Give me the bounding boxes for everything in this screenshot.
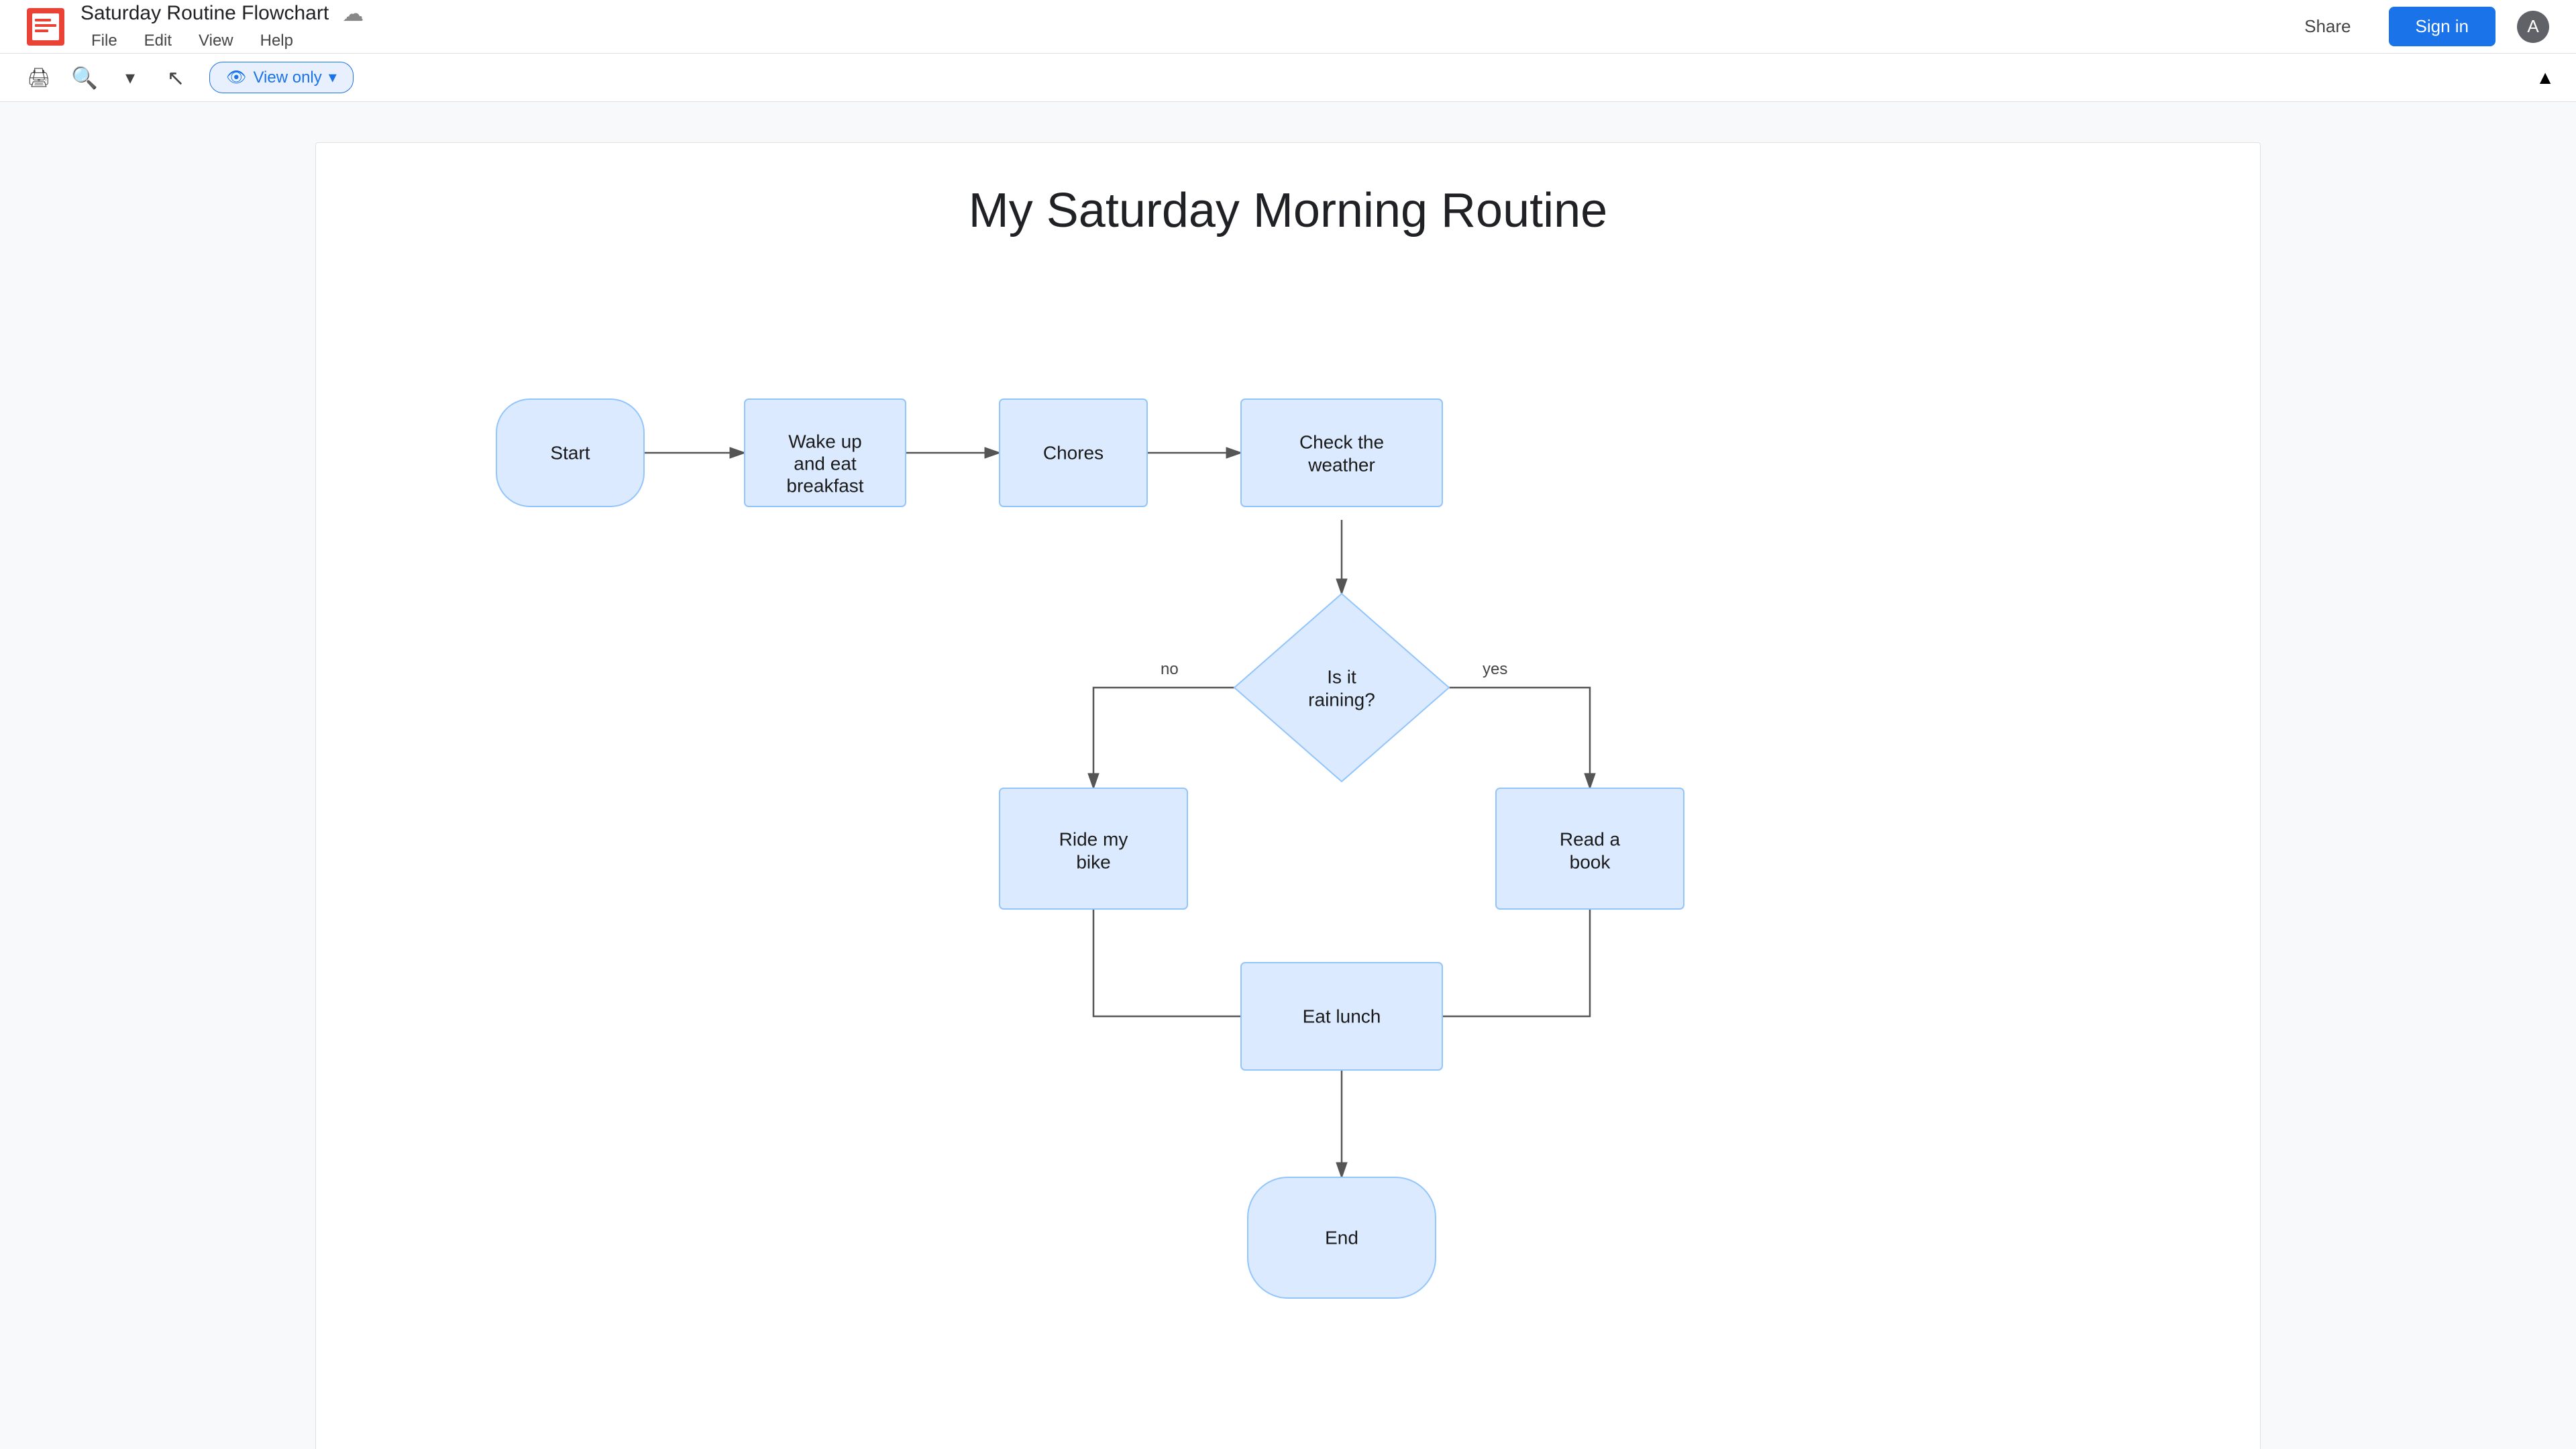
cursor-tool[interactable]: ↖: [158, 60, 193, 95]
book-label-line2: book: [1570, 851, 1611, 872]
weather-node: [1241, 399, 1442, 506]
raining-label-line1: Is it: [1327, 666, 1356, 687]
collapse-icon: ▲: [2536, 67, 2555, 88]
bike-label-line2: bike: [1076, 851, 1110, 872]
yes-label: yes: [1483, 660, 1507, 678]
wakeup-label-line2: and eat: [794, 453, 857, 474]
diagram-title: My Saturday Morning Routine: [356, 183, 2220, 238]
raining-label-line2: raining?: [1308, 689, 1375, 710]
no-label: no: [1161, 660, 1179, 678]
badge-chevron-icon: ▾: [329, 68, 337, 87]
weather-label-line2: weather: [1307, 454, 1375, 475]
print-icon: 🖨: [27, 66, 51, 89]
flowchart-svg: no yes Start Wake up and eat breakfast C…: [416, 292, 2160, 1432]
menu-edit[interactable]: Edit: [133, 29, 182, 53]
menu-help[interactable]: Help: [250, 29, 304, 53]
title-section: Saturday Routine Flowchart ☁ File Edit V…: [80, 1, 364, 53]
share-button[interactable]: Share: [2288, 11, 2367, 42]
weather-label-line1: Check the: [1299, 431, 1384, 452]
app-logo: [27, 8, 64, 46]
menu-bar: File Edit View Help: [80, 29, 364, 53]
cloud-save-icon: ☁: [342, 1, 364, 26]
zoom-out-button[interactable]: 🔍: [67, 60, 102, 95]
signin-button[interactable]: Sign in: [2389, 7, 2496, 46]
eye-icon: 👁: [226, 68, 246, 87]
view-only-label: View only: [253, 68, 321, 87]
bike-label-line1: Ride my: [1059, 828, 1128, 849]
doc-title: Saturday Routine Flowchart: [80, 2, 329, 25]
lunch-label: Eat lunch: [1303, 1006, 1381, 1026]
collapse-button[interactable]: ▲: [2536, 67, 2555, 89]
diagram-container: My Saturday Morning Routine no yes: [315, 142, 2261, 1449]
wakeup-label-line1: Wake up: [788, 431, 861, 451]
arrow-no-bike: [1093, 688, 1241, 788]
book-label-line1: Read a: [1560, 828, 1621, 849]
start-label: Start: [550, 442, 590, 463]
print-button[interactable]: 🖨: [21, 60, 56, 95]
menu-file[interactable]: File: [80, 29, 128, 53]
wakeup-label-line3: breakfast: [786, 475, 863, 496]
menu-view[interactable]: View: [188, 29, 244, 53]
chores-label: Chores: [1043, 442, 1104, 463]
topbar: Saturday Routine Flowchart ☁ File Edit V…: [0, 0, 2576, 54]
toolbar: 🖨 🔍 ▾ ↖ 👁 View only ▾ ▲: [0, 54, 2576, 102]
view-only-badge[interactable]: 👁 View only ▾: [209, 62, 354, 93]
arrow-yes-book: [1442, 688, 1590, 788]
cursor-icon: ↖: [167, 65, 185, 91]
chevron-down-icon: ▾: [125, 66, 135, 89]
account-icon[interactable]: A: [2517, 11, 2549, 43]
end-label: End: [1325, 1227, 1358, 1248]
zoom-dropdown[interactable]: ▾: [113, 60, 148, 95]
canvas-area: My Saturday Morning Routine no yes: [0, 102, 2576, 1449]
raining-node: [1234, 594, 1449, 782]
zoom-out-icon: 🔍: [71, 65, 98, 91]
right-actions: Share Sign in A: [2288, 7, 2549, 46]
